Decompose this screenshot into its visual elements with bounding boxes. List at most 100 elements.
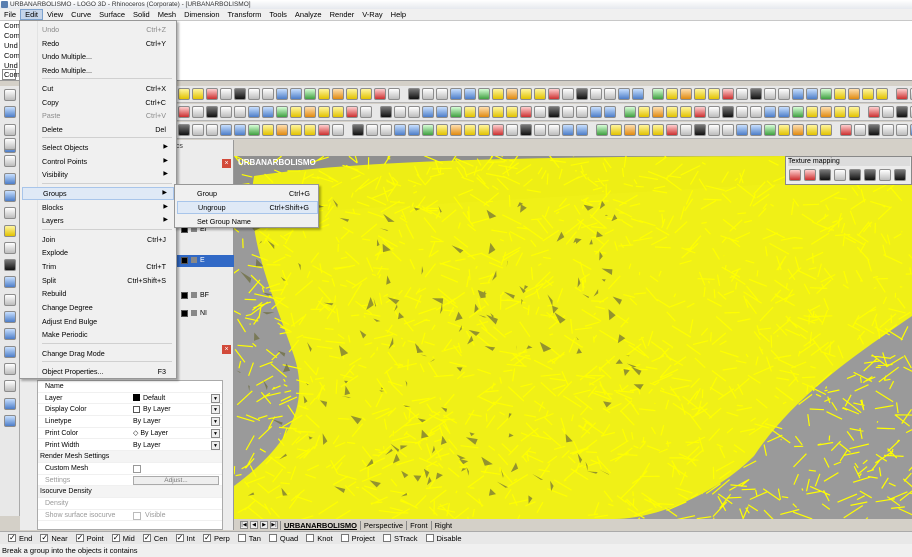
toolbar-tool-icon[interactable]: [840, 124, 852, 136]
menu-surface[interactable]: Surface: [95, 9, 129, 20]
toolbar-tool-icon[interactable]: [374, 88, 386, 100]
close-icon[interactable]: ×: [222, 159, 231, 168]
toolbar-tool-icon[interactable]: [380, 124, 392, 136]
toolbar-tool-icon[interactable]: [178, 124, 190, 136]
toolbar-tool-icon[interactable]: [632, 88, 644, 100]
toolbar-tool-icon[interactable]: [290, 106, 302, 118]
toolbar-tool-icon[interactable]: [192, 124, 204, 136]
left-tool-icon[interactable]: [4, 276, 16, 289]
toolbar-tool-icon[interactable]: [680, 88, 692, 100]
viewport[interactable]: URBANARBOLISMO: [234, 156, 912, 519]
toolbar-tool-icon[interactable]: [666, 106, 678, 118]
toolbar-tool-icon[interactable]: [708, 106, 720, 118]
prop-row-print-width[interactable]: Print Width By Layer ▼: [38, 440, 222, 452]
toolbar-tool-icon[interactable]: [318, 88, 330, 100]
toolbar-tool-icon[interactable]: [548, 124, 560, 136]
menu-item-join[interactable]: Join Ctrl+J: [22, 233, 174, 246]
toolbar-tool-icon[interactable]: [332, 88, 344, 100]
prop-row-linetype[interactable]: Linetype By Layer ▼: [38, 416, 222, 428]
last-tab-icon[interactable]: ▶|: [270, 521, 278, 529]
toolbar-tool-icon[interactable]: [876, 88, 888, 100]
toolbar-tool-icon[interactable]: [778, 88, 790, 100]
toolbar-tool-icon[interactable]: [618, 88, 630, 100]
prop-row-layer[interactable]: Layer Default ▼: [38, 393, 222, 405]
toolbar-tool-icon[interactable]: [520, 88, 532, 100]
toolbar-tool-icon[interactable]: [652, 124, 664, 136]
menu-item-set-group-name[interactable]: Set Group Name: [177, 215, 318, 228]
menu-item-groups[interactable]: Groups ▶: [22, 187, 174, 200]
toolbar-tool-icon[interactable]: [778, 106, 790, 118]
texture-mapping-icon[interactable]: [834, 169, 846, 181]
chevron-down-icon[interactable]: ▼: [211, 405, 220, 415]
viewport-tab-urbanarbolismo[interactable]: URBANARBOLISMO: [280, 520, 360, 530]
toolbar-tool-icon[interactable]: [220, 106, 232, 118]
toolbar-tool-icon[interactable]: [638, 124, 650, 136]
toolbar-tool-icon[interactable]: [304, 106, 316, 118]
toolbar-tool-icon[interactable]: [360, 88, 372, 100]
toolbar-tool-icon[interactable]: [206, 106, 218, 118]
osnap-checkbox[interactable]: [111, 533, 120, 542]
toolbar-tool-icon[interactable]: [436, 124, 448, 136]
toolbar-tool-icon[interactable]: [304, 124, 316, 136]
toolbar-tool-icon[interactable]: [548, 106, 560, 118]
texture-mapping-icon[interactable]: [849, 169, 861, 181]
toolbar-tool-icon[interactable]: [178, 88, 190, 100]
menu-item-paste[interactable]: Paste Ctrl+V: [22, 109, 174, 122]
layer-material-icon[interactable]: [191, 292, 197, 299]
toolbar-tool-icon[interactable]: [534, 106, 546, 118]
osnap-end[interactable]: End: [8, 533, 32, 543]
toolbar-tool-icon[interactable]: [276, 88, 288, 100]
chevron-down-icon[interactable]: ▼: [211, 393, 220, 403]
menu-transform[interactable]: Transform: [224, 9, 266, 20]
toolbar-tool-icon[interactable]: [604, 106, 616, 118]
toolbar-tool-icon[interactable]: [318, 106, 330, 118]
toolbar-tool-icon[interactable]: [652, 88, 664, 100]
texture-mapping-icon[interactable]: [864, 169, 876, 181]
toolbar-tool-icon[interactable]: [464, 106, 476, 118]
toolbar-tool-icon[interactable]: [896, 88, 908, 100]
toolbar-tool-icon[interactable]: [848, 106, 860, 118]
toolbar-tool-icon[interactable]: [854, 124, 866, 136]
toolbar-tool-icon[interactable]: [868, 106, 880, 118]
toolbar-tool-icon[interactable]: [248, 124, 260, 136]
toolbar-tool-icon[interactable]: [206, 88, 218, 100]
toolbar-tool-icon[interactable]: [652, 106, 664, 118]
toolbar-tool-icon[interactable]: [464, 124, 476, 136]
osnap-perp[interactable]: Perp: [202, 533, 230, 543]
toolbar-tool-icon[interactable]: [562, 88, 574, 100]
osnap-checkbox[interactable]: [340, 534, 349, 542]
toolbar-tool-icon[interactable]: [192, 106, 204, 118]
toolbar-tool-icon[interactable]: [708, 88, 720, 100]
toolbar-tool-icon[interactable]: [276, 106, 288, 118]
toolbar-tool-icon[interactable]: [778, 124, 790, 136]
toolbar-tool-icon[interactable]: [576, 124, 588, 136]
left-tool-icon[interactable]: [4, 397, 16, 410]
toolbar-tool-icon[interactable]: [206, 124, 218, 136]
toolbar-tool-icon[interactable]: [436, 106, 448, 118]
menu-item-explode[interactable]: Explode: [22, 246, 174, 259]
toolbar-tool-icon[interactable]: [610, 124, 622, 136]
left-tool-icon[interactable]: [4, 155, 16, 168]
toolbar-tool-icon[interactable]: [304, 88, 316, 100]
toolbar-tool-icon[interactable]: [408, 124, 420, 136]
toolbar-tool-icon[interactable]: [262, 88, 274, 100]
osnap-checkbox[interactable]: [237, 534, 246, 542]
left-tool-icon[interactable]: [4, 345, 16, 358]
osnap-knot[interactable]: Knot: [306, 534, 333, 543]
toolbar-tool-icon[interactable]: [352, 124, 364, 136]
menu-item-control-points[interactable]: Control Points ▶: [22, 155, 174, 168]
toolbar-tool-icon[interactable]: [464, 88, 476, 100]
adjust-button[interactable]: Adjust...: [133, 475, 219, 485]
toolbar-tool-icon[interactable]: [332, 106, 344, 118]
menu-help[interactable]: Help: [387, 9, 410, 20]
toolbar-tool-icon[interactable]: [834, 88, 846, 100]
toolbar-tool-icon[interactable]: [680, 124, 692, 136]
left-tool-icon[interactable]: [4, 259, 16, 272]
layer-color-swatch[interactable]: [181, 256, 188, 264]
left-tool-icon[interactable]: [4, 224, 16, 237]
toolbar-tool-icon[interactable]: [882, 106, 894, 118]
toolbar-tool-icon[interactable]: [764, 106, 776, 118]
toolbar-tool-icon[interactable]: [262, 124, 274, 136]
toolbar-tool-icon[interactable]: [792, 124, 804, 136]
toolbar-tool-icon[interactable]: [590, 88, 602, 100]
